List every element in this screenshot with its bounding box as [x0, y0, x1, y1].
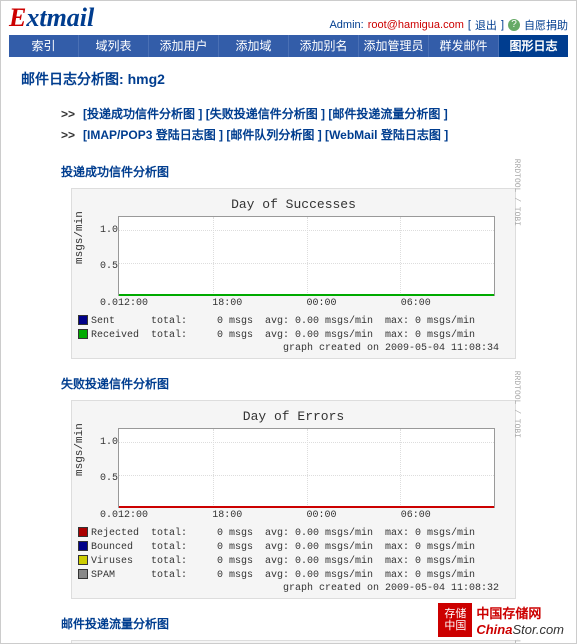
watermark-en: ChinaStor.com — [476, 622, 564, 637]
chart-0: Day of Successesmsgs/min0.00.51.0RRDTOOL… — [71, 188, 516, 359]
page-title: 邮件日志分析图: hmg2 — [21, 69, 556, 89]
nav: 索引域列表添加用户添加域添加别名添加管理员群发邮件图形日志 — [9, 35, 568, 57]
x-axis: 12:0018:0000:0006:00 — [118, 508, 495, 521]
nav-4[interactable]: 添加别名 — [289, 35, 359, 57]
chart-footer: graph created on 2009-05-04 11:08:32 — [78, 583, 499, 594]
help-icon: ? — [508, 19, 520, 31]
chart-2: Day of Trafficbytes/min0.00.51.0RRDTOOL … — [71, 640, 516, 644]
chart-link[interactable]: 投递成功信件分析图 — [87, 107, 195, 121]
admin-bar: Admin: root@hamigua.com [退出] ?自愿捐助 — [329, 17, 568, 33]
x-axis: 12:0018:0000:0006:00 — [118, 296, 495, 309]
chart-footer: graph created on 2009-05-04 11:08:34 — [78, 343, 499, 354]
chart-title: Day of Successes — [78, 197, 509, 212]
chart-1: Day of Errorsmsgs/min0.00.51.0RRDTOOL / … — [71, 400, 516, 599]
watermark-icon: 存储中国 — [438, 603, 472, 637]
watermark: 存储中国 中国存储网 ChinaStor.com — [436, 601, 566, 639]
nav-5[interactable]: 添加管理员 — [359, 35, 429, 57]
nav-1[interactable]: 域列表 — [79, 35, 149, 57]
section-title: 失败投递信件分析图 — [61, 375, 556, 392]
plot-area — [118, 216, 495, 296]
chart-link[interactable]: 失败投递信件分析图 — [210, 107, 318, 121]
chart-link[interactable]: WebMail 登陆日志图 — [329, 128, 441, 142]
logo: Extmail — [9, 3, 94, 33]
nav-3[interactable]: 添加域 — [219, 35, 289, 57]
logout-link[interactable]: 退出 — [475, 17, 497, 33]
admin-email-link[interactable]: root@hamigua.com — [368, 19, 464, 31]
nav-0[interactable]: 索引 — [9, 35, 79, 57]
donate-link[interactable]: 自愿捐助 — [524, 17, 568, 33]
nav-7[interactable]: 图形日志 — [499, 35, 568, 57]
plot-area — [118, 428, 495, 508]
nav-2[interactable]: 添加用户 — [149, 35, 219, 57]
chart-links: >>[投递成功信件分析图 ] [失败投递信件分析图 ] [邮件投递流量分析图 ]… — [61, 105, 556, 143]
chart-link[interactable]: 邮件队列分析图 — [230, 128, 314, 142]
legend: Rejected total: 0 msgs avg: 0.00 msgs/mi… — [78, 527, 509, 583]
legend: Sent total: 0 msgs avg: 0.00 msgs/min ma… — [78, 315, 509, 343]
chart-title: Day of Errors — [78, 409, 509, 424]
nav-6[interactable]: 群发邮件 — [429, 35, 499, 57]
section-title: 投递成功信件分析图 — [61, 163, 556, 180]
chart-link[interactable]: IMAP/POP3 登陆日志图 — [87, 128, 216, 142]
chart-link[interactable]: 邮件投递流量分析图 — [332, 107, 440, 121]
admin-label: Admin: — [329, 19, 363, 31]
watermark-cn: 中国存储网 — [476, 603, 564, 622]
